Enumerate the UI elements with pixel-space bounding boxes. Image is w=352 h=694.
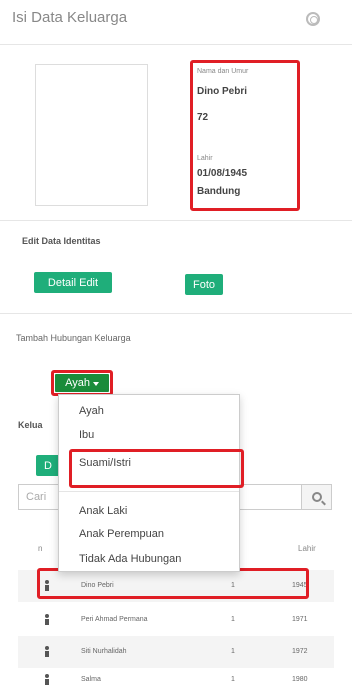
profile-photo-placeholder [35,64,148,206]
foto-button[interactable]: Foto [185,274,223,295]
selected-option-highlight [69,449,244,488]
family-add-button[interactable]: D [36,455,60,476]
birth-place: Bandung [197,186,241,197]
menu-item-ibu[interactable]: Ibu [79,429,94,441]
row-year: 1971 [292,616,308,623]
divider [0,313,352,314]
person-icon [45,646,49,658]
row-name: Siti Nurhalidah [81,648,127,655]
menu-item-anak-perempuan[interactable]: Anak Perempuan [79,528,164,540]
menu-divider [59,491,239,492]
birth-label: Lahir [197,155,213,162]
column-header: n [38,544,43,553]
table-row[interactable]: Salma 1 1980 [18,664,334,694]
divider [0,220,352,221]
row-name: Peri Ahmad Permana [81,616,148,623]
divider [0,44,352,45]
row-year: 1972 [292,648,308,655]
name-age-label: Nama dan Umur [197,68,249,75]
menu-item-tidak-ada-hubungan[interactable]: Tidak Ada Hubungan [79,553,181,565]
menu-item-ayah[interactable]: Ayah [79,405,104,417]
row-number: 1 [231,676,235,683]
person-icon [45,614,49,626]
profile-age: 72 [197,112,209,123]
row-name: Salma [81,676,101,683]
relation-dropdown-value: Ayah [65,377,90,389]
edit-identity-label: Edit Data Identitas [22,236,101,246]
column-header-lahir: Lahir [298,544,316,553]
table-row[interactable]: Peri Ahmad Permana 1 1971 [18,604,334,636]
row-number: 1 [231,616,235,623]
detail-edit-button[interactable]: Detail Edit [34,272,112,293]
search-icon [311,492,322,502]
gear-icon[interactable] [306,12,320,26]
selected-row-highlight [37,568,309,599]
chevron-down-icon [92,381,99,386]
family-section-label: Kelua [18,420,43,430]
birth-date: 01/08/1945 [197,168,248,179]
relation-dropdown-button[interactable]: Ayah [55,374,109,392]
add-relation-label: Tambah Hubungan Keluarga [16,333,131,343]
person-icon [45,674,49,686]
row-number: 1 [231,648,235,655]
menu-item-anak-laki[interactable]: Anak Laki [79,505,127,517]
search-button[interactable] [302,484,332,510]
page-title: Isi Data Keluarga [12,9,128,26]
profile-name: Dino Pebri [197,86,248,97]
row-year: 1980 [292,676,308,683]
